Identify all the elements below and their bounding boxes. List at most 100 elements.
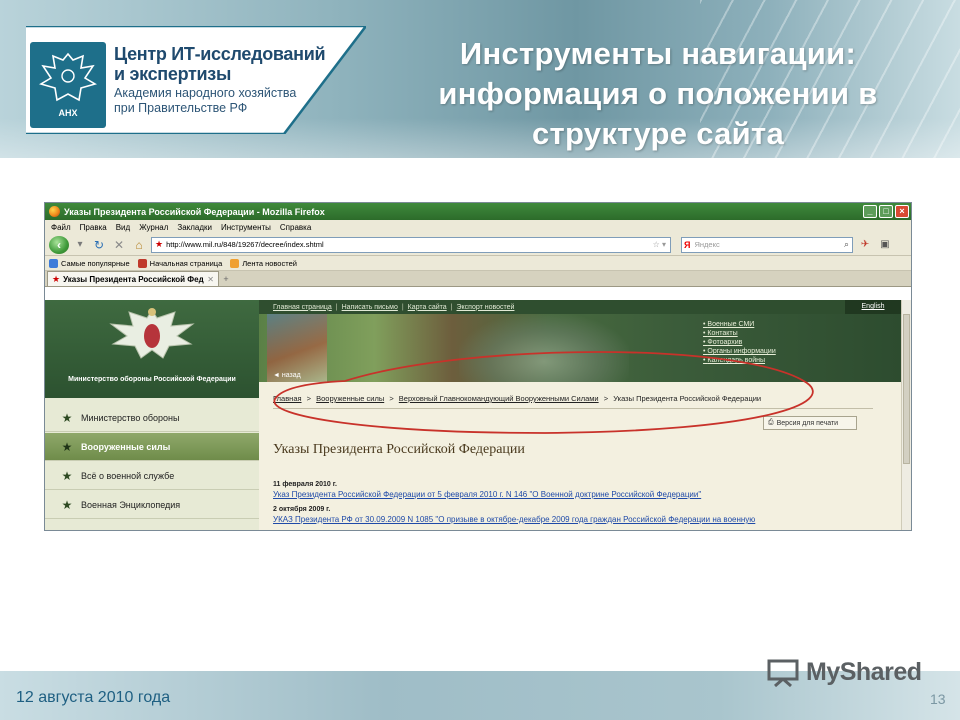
bookmark-most-visited[interactable]: Самые популярные [49, 258, 130, 268]
news-date: 2 октября 2009 г. [273, 506, 331, 513]
breadcrumb-separator: > [603, 394, 609, 403]
banner-link-calendar[interactable]: Календарь войны [703, 356, 776, 365]
emblem-label: АНХ [58, 108, 77, 118]
logo-block: АНХ Центр ИТ-исследований и экспертизы А… [26, 26, 366, 134]
search-box[interactable]: Я Яндекс ⌕ [681, 236, 853, 253]
browser-titlebar: Указы Президента Российской Федерации - … [45, 203, 911, 220]
banner-link-contacts[interactable]: Контакты [703, 329, 776, 338]
bookmark-label: Начальная страница [149, 258, 223, 268]
sidebar-item-ministry[interactable]: ★ Министерство обороны [45, 404, 259, 432]
news-link[interactable]: УКАЗ Президента РФ от 30.09.2009 N 1085 … [273, 515, 755, 524]
sidebar-item-military-service[interactable]: ★ Всё о военной службе [45, 462, 259, 490]
nav-link-site-map[interactable]: Карта сайта [408, 304, 447, 311]
address-bar[interactable]: ★ http://www.mil.ru/848/19267/decree/ind… [151, 236, 671, 253]
site-top-nav: Главная страница | Написать письмо | Кар… [259, 300, 901, 314]
banner-photo [459, 314, 629, 382]
breadcrumb: Главная > Вооруженные силы > Верховный Г… [273, 394, 761, 403]
breadcrumb-separator: > [389, 394, 394, 403]
search-engine-icon[interactable]: Я [684, 240, 690, 250]
bookmark-label: Самые популярные [61, 258, 130, 268]
bookmark-folder-icon [49, 258, 58, 268]
nav-separator: | [450, 303, 453, 311]
window-controls: _ □ × [863, 205, 911, 218]
menu-view[interactable]: Вид [116, 223, 130, 232]
bookmark-start-page[interactable]: Начальная страница [137, 258, 223, 268]
star-icon: ★ [61, 497, 73, 512]
search-icon[interactable]: ⌕ [844, 239, 852, 250]
browser-screenshot: Указы Президента Российской Федерации - … [44, 202, 912, 531]
slide-title: Инструменты навигации: информация о поло… [368, 34, 948, 154]
reload-icon[interactable]: ↻ [91, 237, 107, 253]
star-icon: ★ [61, 410, 73, 425]
bookmark-star-icon[interactable]: ☆ ▾ [653, 240, 670, 249]
bookmark-news-feed[interactable]: Лента новостей [230, 258, 297, 268]
double-headed-eagle-icon [109, 308, 195, 359]
page-number: 13 [930, 691, 946, 707]
page-heading: Указы Президента Российской Федерации [273, 442, 525, 457]
watermark-shared: Shared [839, 657, 922, 686]
language-switch[interactable]: English [845, 300, 901, 314]
back-link[interactable]: ◄ назад [273, 372, 301, 379]
breadcrumb-divider [273, 408, 873, 409]
menu-history[interactable]: Журнал [139, 223, 168, 232]
printer-icon: ⎙ [768, 419, 774, 426]
back-arrow-icon[interactable]: ‹ [49, 235, 69, 254]
nav-link-write-letter[interactable]: Написать письмо [342, 304, 398, 311]
menu-tools[interactable]: Инструменты [221, 223, 271, 232]
breadcrumb-armed-forces[interactable]: Вооруженные силы [316, 394, 384, 403]
sidebar-item-encyclopedia[interactable]: ★ Военная Энциклопедия [45, 491, 259, 519]
home-icon[interactable]: ⌂ [131, 237, 147, 253]
content-area: Главная > Вооруженные силы > Верховный Г… [259, 382, 901, 530]
vertical-scrollbar[interactable] [901, 300, 911, 530]
addon-icon[interactable]: ✈ [857, 237, 873, 253]
menu-bookmarks[interactable]: Закладки [177, 223, 212, 232]
menu-help[interactable]: Справка [280, 223, 311, 232]
page-viewport: Министерство обороны Российской Федераци… [45, 300, 911, 530]
myshared-watermark: MyShared [766, 657, 922, 687]
print-version-button[interactable]: ⎙ Версия для печати [763, 416, 857, 430]
footer-date: 12 августа 2010 года [16, 689, 171, 706]
print-label: Версия для печати [776, 419, 839, 427]
minimize-button[interactable]: _ [863, 205, 877, 218]
logo-title-line1: Центр ИТ-исследований [114, 44, 326, 64]
scrollbar-thumb[interactable] [903, 314, 910, 464]
menu-edit[interactable]: Правка [80, 223, 107, 232]
watermark-my: My [806, 657, 840, 686]
nav-separator: | [401, 303, 404, 311]
star-icon: ★ [61, 439, 73, 454]
breadcrumb-current: Указы Президента Российской Федерации [613, 394, 762, 403]
browser-menubar: Файл Правка Вид Журнал Закладки Инструме… [45, 220, 911, 234]
sidebar-item-armed-forces[interactable]: ★ Вооруженные силы [45, 433, 259, 461]
slide-header: АНХ Центр ИТ-исследований и экспертизы А… [0, 0, 960, 158]
breadcrumb-home[interactable]: Главная [273, 394, 302, 403]
rss-icon [230, 258, 240, 268]
banner-links: Военные СМИ Контакты Фотоархив Органы ин… [703, 320, 776, 365]
nav-link-news-export[interactable]: Экспорт новостей [457, 304, 515, 311]
banner-link-media[interactable]: Военные СМИ [703, 320, 776, 329]
star-icon: ★ [61, 468, 73, 483]
addon-panel-icon[interactable]: ▣ [877, 237, 893, 253]
bookmark-star-icon [137, 258, 147, 268]
window-title: Указы Президента Российской Федерации - … [64, 206, 325, 217]
slide-title-line1: Инструменты навигации: [459, 36, 857, 71]
banner-link-photo-archive[interactable]: Фотоархив [703, 338, 776, 347]
breadcrumb-commander[interactable]: Верховный Главнокомандующий Вооруженными… [399, 394, 599, 403]
sidebar-item-label: Вооруженные силы [81, 441, 171, 452]
banner-link-information[interactable]: Органы информации [703, 347, 775, 356]
tab-strip: ★ Указы Президента Российской Фед... ✕ + [45, 271, 911, 287]
maximize-button[interactable]: □ [879, 205, 893, 218]
close-button[interactable]: × [895, 205, 909, 218]
slide-title-line2: информация о положении в [438, 76, 878, 111]
nav-link-home[interactable]: Главная страница [273, 304, 332, 311]
address-url: http://www.mil.ru/848/19267/decree/index… [166, 240, 324, 249]
tab-close-icon[interactable]: ✕ [207, 275, 218, 284]
news-link[interactable]: Указ Президента Российской Федерации от … [273, 490, 701, 499]
stop-icon[interactable]: ✕ [111, 237, 127, 253]
logo-subtitle-line2: при Правительстве РФ [114, 101, 248, 115]
firefox-icon [49, 206, 60, 217]
new-tab-button[interactable]: + [219, 273, 233, 286]
tab-active[interactable]: ★ Указы Президента Российской Фед... ✕ [47, 271, 219, 286]
news-date: 11 февраля 2010 г. [273, 481, 337, 488]
history-dropdown-icon[interactable]: ▾ [73, 238, 87, 252]
menu-file[interactable]: Файл [51, 223, 71, 232]
